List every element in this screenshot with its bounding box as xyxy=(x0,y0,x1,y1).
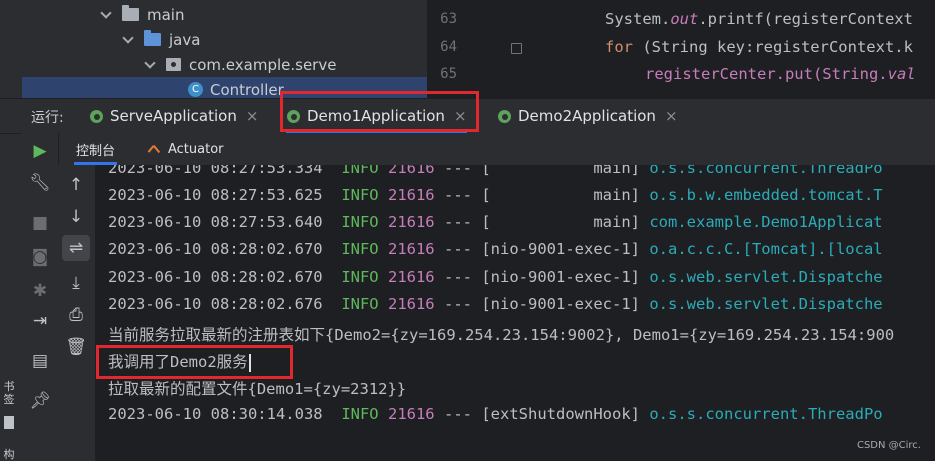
close-icon[interactable]: × xyxy=(246,107,259,125)
tree-item-label: main xyxy=(147,5,185,24)
rerun-icon[interactable]: ▶ xyxy=(22,141,58,161)
scroll-to-end-icon[interactable]: ⤓ xyxy=(58,273,94,293)
log-line: 2023-06-10 08:27:53.625 INFO 21616 --- [… xyxy=(108,186,883,204)
layout-icon[interactable]: ▤ xyxy=(22,351,58,371)
tree-item-label: Controller xyxy=(210,80,284,99)
log-line: 2023-06-10 08:27:53.640 INFO 21616 --- [… xyxy=(108,213,883,231)
chevron-down-icon[interactable] xyxy=(144,59,156,71)
class-icon: C xyxy=(188,82,203,97)
code-line-64: for (String key:registerContext.k xyxy=(605,38,913,56)
soft-wrap-icon[interactable]: ⇌ xyxy=(62,235,90,261)
log-line: 2023-06-10 08:28:02.670 INFO 21616 --- [… xyxy=(108,240,883,258)
highlight-box-output xyxy=(96,345,293,379)
spring-boot-icon xyxy=(89,109,104,124)
stop-icon[interactable]: ■ xyxy=(22,213,58,233)
project-tree: main java com.example.serve C Controller xyxy=(0,0,427,98)
folder-icon xyxy=(122,5,139,21)
watermark: CSDN @Circ. xyxy=(856,440,921,451)
bookmarks-label[interactable]: 书签 xyxy=(2,380,16,406)
code-line-63: System.out.printf(registerContext xyxy=(605,10,913,28)
actuator-icon xyxy=(146,141,162,157)
structure-label[interactable]: 构 xyxy=(2,448,16,461)
tab-demo2-application[interactable]: Demo2Application × xyxy=(497,99,678,133)
pin-icon[interactable]: 📌︎ xyxy=(22,391,58,411)
tab-serve-application[interactable]: ServeApplication × xyxy=(89,99,258,133)
close-icon[interactable]: × xyxy=(665,107,678,125)
code-line-65: registerCenter.put(String.val xyxy=(645,65,916,83)
console-toolbar: ↑ ↓ ⇌ ⤓ ⎙ 🗑︎ xyxy=(58,165,96,461)
source-folder-icon xyxy=(144,30,161,46)
log-line: 2023-06-10 08:27:53.334 INFO 21616 --- [… xyxy=(108,165,883,177)
editor-gutter: 63 64 65 xyxy=(427,0,522,98)
console-output[interactable]: 2023-06-10 08:27:53.334 INFO 21616 --- [… xyxy=(96,165,935,461)
config-output-line: 拉取最新的配置文件{Demo1={zy=2312}} xyxy=(108,380,407,398)
print-icon[interactable]: ⎙ xyxy=(58,305,94,325)
tab-actuator[interactable]: Actuator xyxy=(146,133,224,165)
tab-label: Demo2Application xyxy=(518,107,656,125)
side-tool-stripe: 书签 构 xyxy=(0,98,23,461)
trash-icon[interactable]: 🗑︎ xyxy=(58,337,94,357)
arrow-up-icon[interactable]: ↑ xyxy=(58,175,94,195)
chevron-down-icon[interactable] xyxy=(100,9,112,21)
chevron-down-icon[interactable] xyxy=(122,34,134,46)
line-number: 64 xyxy=(440,39,457,55)
highlight-box-tab xyxy=(280,91,479,132)
log-line: 2023-06-10 08:28:02.676 INFO 21616 --- [… xyxy=(108,295,883,313)
tree-item-label: com.example.serve xyxy=(189,55,337,74)
tree-item-main[interactable]: main xyxy=(100,2,184,27)
code-editor[interactable]: 63 64 65 System.out.printf(registerConte… xyxy=(427,0,935,98)
tree-item-package[interactable]: com.example.serve xyxy=(144,52,336,77)
log-line: 2023-06-10 08:28:02.670 INFO 21616 --- [… xyxy=(108,268,883,286)
package-icon xyxy=(166,58,181,71)
debug-icon[interactable]: ✱ xyxy=(22,281,58,301)
bookmark-icon[interactable] xyxy=(4,416,14,429)
tab-console[interactable]: 控制台 xyxy=(74,133,118,165)
spring-boot-icon xyxy=(497,109,512,124)
run-label: 运行: xyxy=(31,110,64,126)
fold-marker-icon[interactable] xyxy=(511,43,522,54)
registry-output-line: 当前服务拉取最新的注册表如下{Demo2={zy=169.254.23.154:… xyxy=(108,326,895,344)
line-number: 65 xyxy=(440,66,457,82)
console-subtabs: 控制台 Actuator xyxy=(58,133,935,165)
tab-label: ServeApplication xyxy=(110,107,237,125)
tab-label: 控制台 xyxy=(76,143,116,159)
tab-label: Actuator xyxy=(168,141,224,157)
exit-icon[interactable]: ⇥ xyxy=(22,311,58,331)
camera-icon[interactable]: ◙ xyxy=(22,247,58,267)
arrow-down-icon[interactable]: ↓ xyxy=(58,207,94,227)
line-number: 63 xyxy=(440,11,457,27)
log-line: 2023-06-10 08:30:14.038 INFO 21616 --- [… xyxy=(108,405,883,423)
run-toolbar: ▶ 🔧︎ ■ ◙ ✱ ⇥ ▤ 📌︎ xyxy=(22,133,59,461)
tree-item-label: java xyxy=(169,30,201,49)
tree-item-java[interactable]: java xyxy=(122,27,200,52)
wrench-icon[interactable]: 🔧︎ xyxy=(22,173,58,193)
